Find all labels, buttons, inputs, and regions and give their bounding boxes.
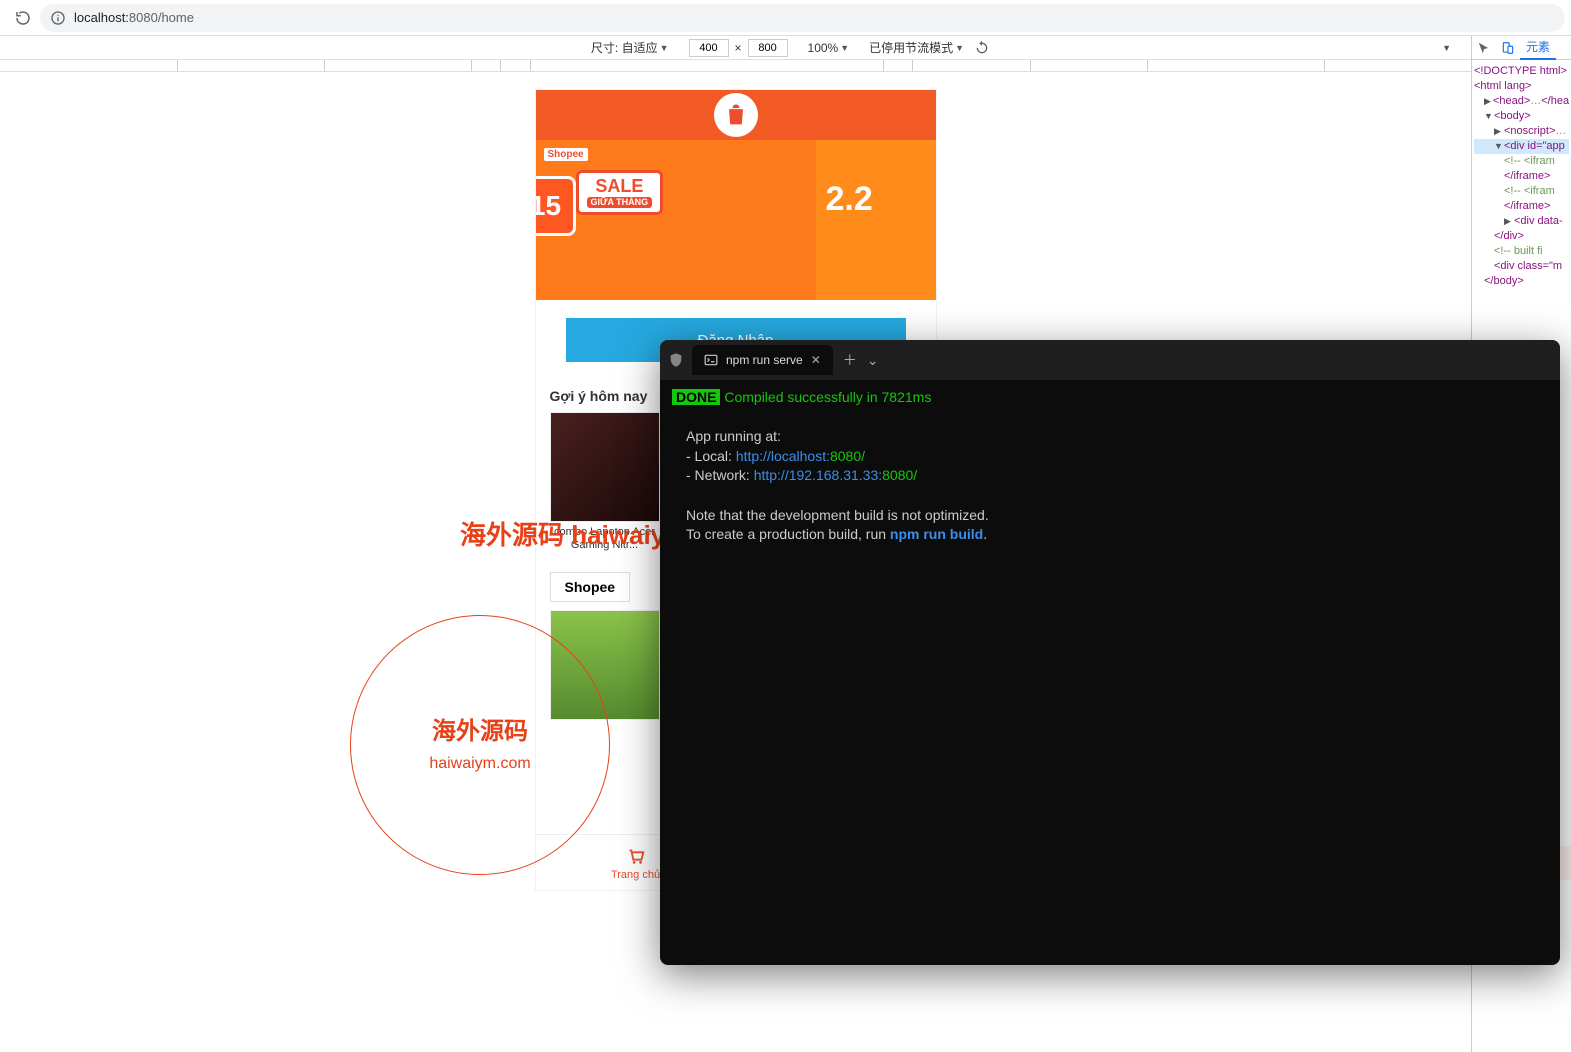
term-line: Note that the development build is not o… (686, 506, 1548, 526)
dom-line[interactable]: ▼<body> (1474, 109, 1569, 124)
dom-line[interactable]: </iframe> (1474, 169, 1569, 184)
product-name: combo Lapotop Acer Gaming Nitr... (550, 526, 660, 554)
sale-text: SALE (595, 176, 643, 196)
responsive-dropdown[interactable]: 尺寸: 自适应▼ (591, 39, 669, 56)
dom-line-selected[interactable]: ▼<div id="app (1474, 139, 1569, 154)
watermark-center: 海外源码 (429, 713, 530, 751)
dom-line[interactable]: <div class="m (1474, 259, 1569, 274)
network-url[interactable]: http://192.168.31.33: (754, 467, 882, 483)
dom-line[interactable]: </iframe> (1474, 199, 1569, 214)
terminal-titlebar[interactable]: npm run serve ✕ ＋ ⌄ (660, 340, 1560, 380)
devtools-device-toolbar: 尺寸: 自适应▼ × 100%▼ 已停用节流模式▼ ▼ (0, 36, 1571, 60)
cart-icon (625, 845, 647, 867)
term-line: To create a production build, run (686, 526, 890, 542)
responsive-label: 尺寸: 自适应 (591, 39, 658, 56)
dom-line[interactable]: <!DOCTYPE html> (1474, 64, 1569, 79)
network-port: 8080/ (882, 467, 917, 483)
device-toggle-icon[interactable] (1496, 36, 1520, 60)
shop-tab[interactable]: Shopee (550, 572, 631, 602)
more-dropdown-icon[interactable]: ▼ (1442, 43, 1451, 53)
product-image (550, 412, 660, 522)
dom-line[interactable]: </body> (1474, 274, 1569, 289)
product-image (550, 610, 660, 720)
shopee-logo-icon[interactable] (714, 93, 758, 137)
zoom-dropdown[interactable]: 100%▼ (808, 41, 850, 55)
reload-icon[interactable] (14, 9, 32, 27)
devtools-tabs: 元素 (1472, 36, 1571, 60)
terminal-window: npm run serve ✕ ＋ ⌄ DONE Compiled succes… (660, 340, 1560, 965)
zoom-label: 100% (808, 41, 839, 55)
dimensions-group: × (689, 39, 788, 57)
site-info-icon[interactable] (50, 10, 66, 26)
shield-icon (668, 352, 684, 368)
url-host: localhost: (74, 10, 129, 25)
build-cmd: npm run build (890, 526, 983, 542)
sale-subtext: GIỮA THÁNG (587, 197, 653, 208)
product-card[interactable]: combo Lapotop Acer Gaming Nitr... (550, 412, 660, 554)
local-url[interactable]: http://localhost: (736, 448, 830, 464)
terminal-tab[interactable]: npm run serve ✕ (692, 345, 833, 375)
tab-dropdown-icon[interactable]: ⌄ (867, 352, 879, 369)
dom-line[interactable]: <!-- <ifram (1474, 184, 1569, 199)
product-card[interactable] (550, 610, 660, 720)
height-input[interactable] (748, 39, 788, 57)
promo-banner[interactable]: Shopee 15 SALE GIỮA THÁNG 2.2 (536, 140, 936, 300)
close-tab-icon[interactable]: ✕ (811, 353, 821, 367)
throttle-dropdown[interactable]: 已停用节流模式▼ (869, 39, 964, 56)
ruler (0, 60, 1471, 72)
new-tab-icon[interactable]: ＋ (843, 350, 857, 370)
dom-line[interactable]: <!-- <ifram (1474, 154, 1569, 169)
term-line: - Local: (686, 448, 736, 464)
dom-line[interactable]: </div> (1474, 229, 1569, 244)
nav-home-label: Trang chủ (611, 869, 660, 881)
url-input[interactable]: localhost:8080/home (40, 4, 1565, 32)
browser-address-bar: localhost:8080/home (0, 0, 1571, 36)
dom-line[interactable]: ▶<head>…</hea (1474, 94, 1569, 109)
term-line: - Network: (686, 467, 754, 483)
dimension-x: × (735, 41, 742, 55)
dom-line[interactable]: ▶<div data- (1474, 214, 1569, 229)
banner-tag: Shopee (544, 148, 588, 161)
watermark-url: haiwaiym.com (429, 751, 530, 777)
term-line: . (983, 526, 987, 542)
terminal-tab-title: npm run serve (726, 353, 803, 367)
sale-badge: SALE GIỮA THÁNG (576, 170, 664, 215)
dom-tree[interactable]: <!DOCTYPE html> <html lang> ▶<head>…</he… (1472, 60, 1571, 293)
app-header (536, 90, 936, 140)
dom-line[interactable]: <html lang> (1474, 79, 1569, 94)
rotate-icon[interactable] (974, 40, 990, 56)
promo-22: 2.2 (826, 180, 873, 219)
terminal-icon (704, 353, 718, 367)
dom-line[interactable]: ▶<noscript>… (1474, 124, 1569, 139)
term-line: App running at: (686, 427, 1548, 447)
throttle-label: 已停用节流模式 (869, 39, 953, 56)
compiled-msg: Compiled successfully in 7821ms (720, 389, 931, 405)
url-path: 8080/home (129, 10, 194, 25)
dom-line[interactable]: <!-- built fi (1474, 244, 1569, 259)
inspect-icon[interactable] (1472, 36, 1496, 60)
elements-tab[interactable]: 元素 (1520, 36, 1556, 60)
width-input[interactable] (689, 39, 729, 57)
done-badge: DONE (672, 389, 720, 405)
local-port: 8080/ (830, 448, 865, 464)
terminal-body[interactable]: DONE Compiled successfully in 7821ms App… (660, 380, 1560, 553)
